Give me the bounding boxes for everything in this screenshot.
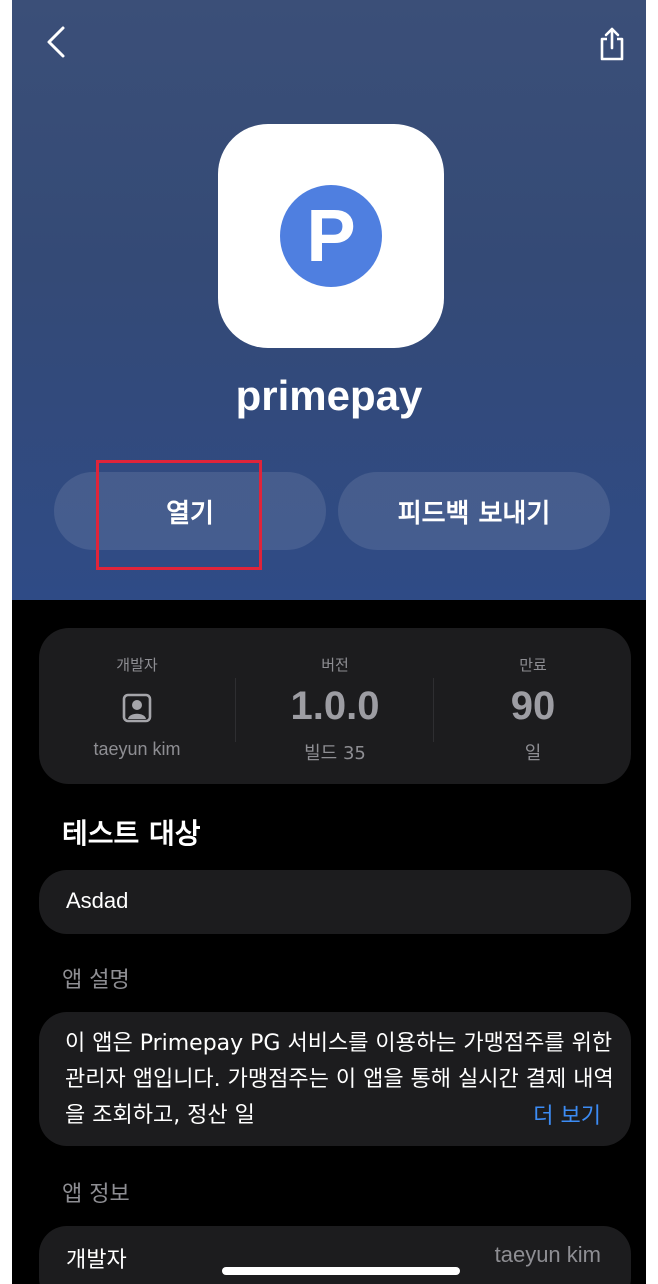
back-button[interactable]: [36, 20, 76, 64]
app-info-card: 개발자 taeyun kim: [39, 1226, 631, 1284]
developer-column: 개발자 taeyun kim: [39, 628, 235, 784]
primepay-logo-icon: P: [280, 185, 382, 287]
share-icon: [600, 27, 624, 61]
description-section-title: 앱 설명: [62, 968, 130, 993]
app-icon: P: [218, 124, 444, 348]
app-info-developer-value: taeyun kim: [494, 1242, 601, 1267]
developer-label: 개발자: [116, 656, 158, 674]
description-card: 이 앱은 Primepay PG 서비스를 이용하는 가맹점주를 위한 관리자 …: [39, 1012, 631, 1146]
app-name: primepay: [235, 372, 423, 419]
expiry-unit: 일: [524, 743, 542, 764]
send-feedback-button[interactable]: 피드백 보내기: [338, 472, 610, 550]
expiry-label: 만료: [519, 656, 547, 674]
app-detail-screen: P primepay 열기 피드백 보내기 개발자 taeyun kim 버전 …: [12, 0, 646, 1284]
highlight-annotation-box: [96, 460, 262, 570]
app-info-section-title: 앱 정보: [62, 1182, 130, 1207]
expiry-value: 90: [510, 684, 556, 728]
app-header: P primepay 열기 피드백 보내기: [12, 0, 646, 600]
app-info-developer-key: 개발자: [66, 1248, 127, 1273]
more-link[interactable]: 더 보기: [529, 1098, 601, 1130]
send-feedback-label: 피드백 보내기: [397, 498, 551, 529]
chevron-left-icon: [47, 26, 65, 58]
testers-section-title: 테스트 대상: [62, 817, 201, 850]
version-column: 버전 1.0.0 빌드 35: [235, 628, 435, 784]
home-indicator[interactable]: [222, 1267, 460, 1275]
build-number: 빌드 35: [304, 743, 366, 764]
person-icon: [122, 693, 152, 723]
version-value: 1.0.0: [290, 684, 380, 728]
app-info-summary-card: 개발자 taeyun kim 버전 1.0.0 빌드 35 만료 90 일: [39, 628, 631, 784]
share-button[interactable]: [592, 22, 632, 66]
expiry-column: 만료 90 일: [435, 628, 631, 784]
developer-name: taeyun kim: [93, 739, 181, 759]
tester-group-row[interactable]: Asdad: [39, 870, 631, 934]
tester-group-name: Asdad: [66, 888, 129, 913]
text-fade: [489, 1098, 535, 1138]
version-label: 버전: [321, 656, 349, 674]
column-divider: [433, 678, 434, 742]
logo-letter: P: [306, 194, 356, 277]
